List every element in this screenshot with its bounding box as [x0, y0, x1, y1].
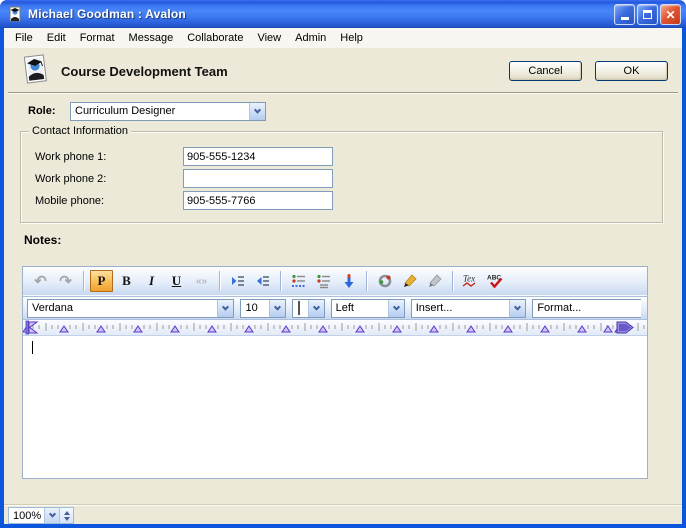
chevron-down-icon[interactable]	[388, 300, 404, 317]
status-separator	[4, 504, 682, 506]
chevron-down-icon[interactable]	[269, 300, 285, 317]
role-value: Curriculum Designer	[71, 103, 249, 120]
notes-label: Notes:	[24, 233, 61, 247]
dialog-window: Michael Goodman : Avalon ✕ File Edit For…	[0, 0, 686, 528]
title-bar[interactable]: Michael Goodman : Avalon ✕	[0, 0, 686, 28]
highlighter-icon[interactable]	[398, 270, 421, 292]
undo-icon[interactable]: ↶	[29, 270, 52, 292]
menu-collaborate[interactable]: Collaborate	[180, 29, 250, 47]
menu-bar: File Edit Format Message Collaborate Vie…	[4, 28, 682, 48]
align-select[interactable]: Left	[331, 299, 405, 318]
font-size-select[interactable]: 10	[240, 299, 285, 318]
editor-toolbar: ↶ ↷ P B I U «»	[23, 267, 647, 296]
work-phone-2-field[interactable]	[183, 169, 333, 188]
work-phone-1-row: Work phone 1:	[35, 147, 333, 166]
work-phone-1-field[interactable]	[183, 147, 333, 166]
arrow-down-icon[interactable]	[337, 270, 360, 292]
format-painter-icon[interactable]	[423, 270, 446, 292]
role-select[interactable]: Curriculum Designer	[70, 102, 266, 121]
signature-icon[interactable]: Tex	[459, 270, 482, 292]
work-phone-2-label: Work phone 2:	[35, 173, 183, 185]
role-label: Role:	[28, 105, 56, 117]
menu-admin[interactable]: Admin	[288, 29, 333, 47]
bold-button[interactable]: B	[115, 270, 138, 292]
mobile-phone-label: Mobile phone:	[35, 195, 183, 207]
chevron-down-icon[interactable]	[217, 300, 233, 317]
ok-button[interactable]: OK	[595, 61, 668, 81]
outdent-icon[interactable]	[251, 270, 274, 292]
menu-file[interactable]: File	[8, 29, 40, 47]
text-caret	[32, 341, 33, 354]
menu-format[interactable]: Format	[73, 29, 122, 47]
zoom-control[interactable]: 100%	[8, 507, 74, 524]
svg-text:Tex: Tex	[463, 274, 475, 284]
work-phone-1-label: Work phone 1:	[35, 151, 183, 163]
notes-editor: ↶ ↷ P B I U «»	[22, 266, 648, 479]
spellcheck-icon[interactable]: ABC	[484, 270, 507, 292]
list-style-icon[interactable]	[287, 270, 310, 292]
mobile-phone-field[interactable]	[183, 191, 333, 210]
notes-text-area[interactable]	[23, 336, 647, 478]
close-icon[interactable]: ✕	[660, 4, 681, 25]
quotes-icon[interactable]: «»	[190, 270, 213, 292]
ruler[interactable]	[23, 320, 647, 336]
contact-legend: Contact Information	[29, 125, 131, 137]
cancel-button[interactable]: Cancel	[509, 61, 582, 81]
chevron-down-icon[interactable]	[509, 300, 525, 317]
zoom-value: 100%	[9, 508, 44, 523]
menu-message[interactable]: Message	[122, 29, 181, 47]
zoom-spinner[interactable]	[59, 508, 73, 523]
insert-select[interactable]: Insert...	[411, 299, 527, 318]
text-color-swatch	[298, 301, 300, 315]
page-title: Course Development Team	[61, 64, 228, 79]
chevron-down-icon[interactable]	[308, 300, 324, 317]
app-icon	[7, 6, 23, 22]
person-card-icon	[18, 54, 52, 86]
menu-help[interactable]: Help	[333, 29, 370, 47]
indent-icon[interactable]	[226, 270, 249, 292]
line-spacing-icon[interactable]	[312, 270, 335, 292]
minimize-icon[interactable]	[614, 4, 635, 25]
underline-button[interactable]: U	[165, 270, 188, 292]
chevron-down-icon[interactable]	[249, 103, 265, 120]
format-select[interactable]: Format...	[532, 299, 641, 318]
spin-up-icon[interactable]	[64, 511, 70, 515]
maximize-icon[interactable]	[637, 4, 658, 25]
text-color-select[interactable]	[292, 299, 325, 318]
contact-information-group: Contact Information Work phone 1: Work p…	[20, 131, 663, 223]
color-wheel-icon[interactable]	[373, 270, 396, 292]
menu-edit[interactable]: Edit	[40, 29, 73, 47]
editor-format-bar: Verdana 10 Left Insert...	[23, 296, 647, 320]
work-phone-2-row: Work phone 2:	[35, 169, 333, 188]
zoom-dropdown-icon[interactable]	[44, 508, 59, 523]
font-select[interactable]: Verdana	[27, 299, 234, 318]
window-title: Michael Goodman : Avalon	[28, 7, 186, 21]
paragraph-button[interactable]: P	[90, 270, 113, 292]
redo-icon[interactable]: ↷	[54, 270, 77, 292]
italic-button[interactable]: I	[140, 270, 163, 292]
spin-down-icon[interactable]	[64, 517, 70, 521]
mobile-phone-row: Mobile phone:	[35, 191, 333, 210]
menu-view[interactable]: View	[250, 29, 288, 47]
header-separator	[8, 92, 678, 94]
